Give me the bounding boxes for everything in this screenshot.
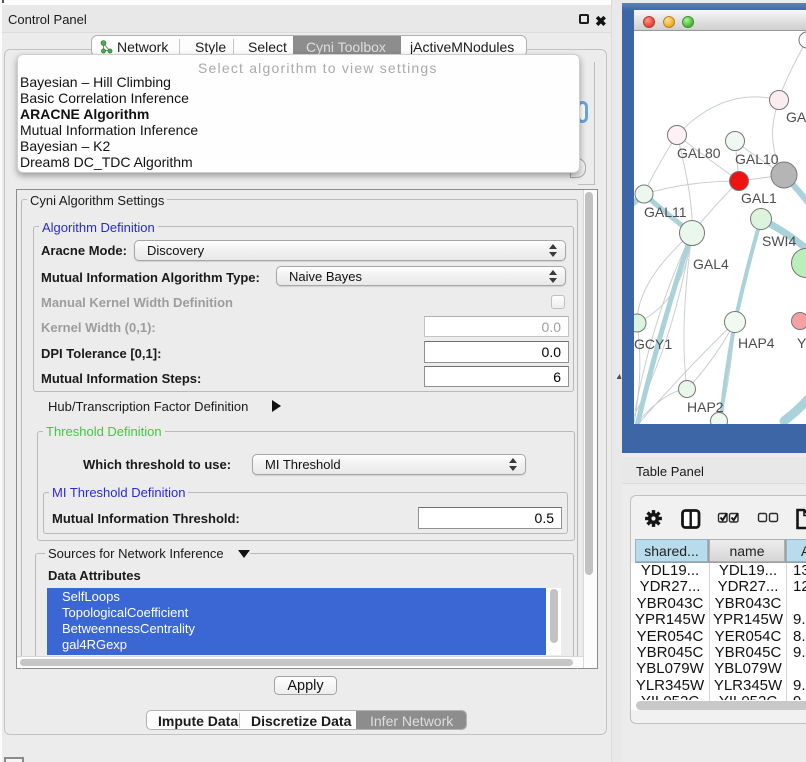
svg-text:SWI4: SWI4: [762, 233, 796, 249]
svg-text:GAL1: GAL1: [741, 190, 777, 206]
svg-text:GAL4: GAL4: [693, 256, 729, 272]
svg-text:HAP2: HAP2: [687, 399, 724, 415]
svg-text:GCY1: GCY1: [634, 336, 672, 352]
svg-text:HAP4: HAP4: [738, 335, 775, 351]
svg-text:GAL80: GAL80: [677, 145, 721, 161]
svg-text:Y: Y: [797, 335, 806, 351]
svg-text:GAL: GAL: [786, 109, 806, 125]
svg-text:GAL11: GAL11: [644, 204, 687, 220]
svg-text:GAL10: GAL10: [735, 151, 779, 167]
